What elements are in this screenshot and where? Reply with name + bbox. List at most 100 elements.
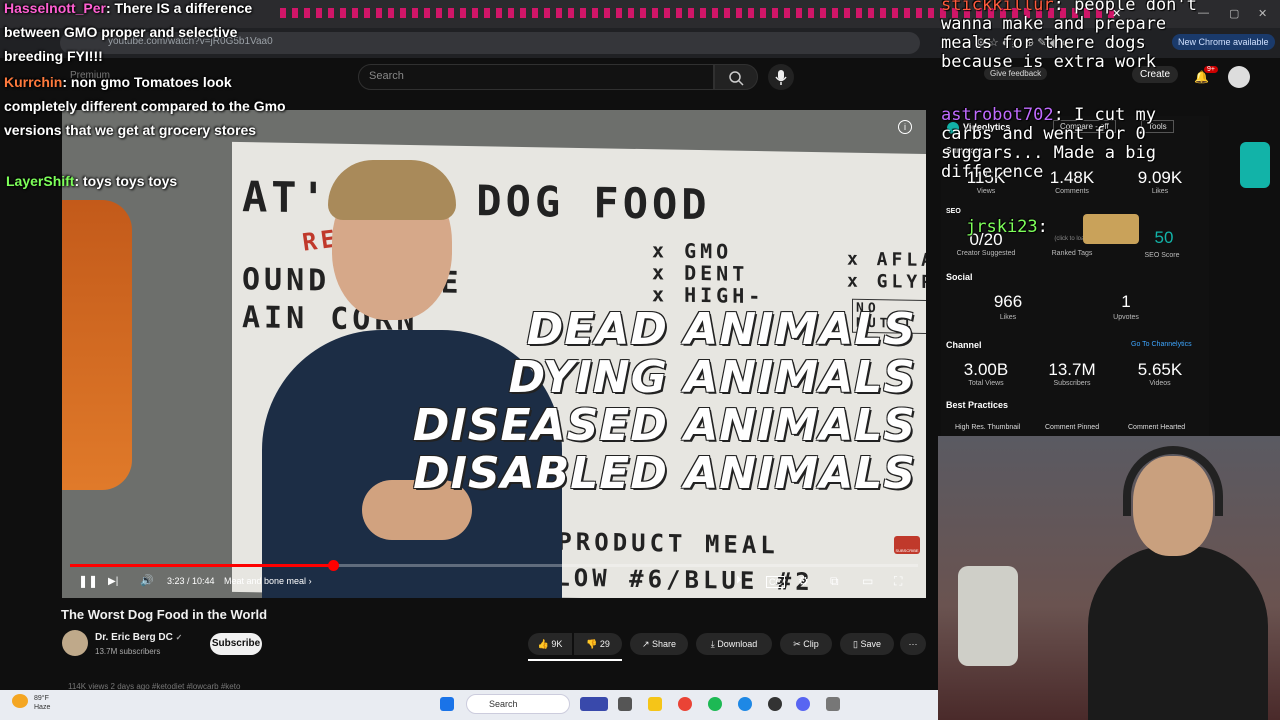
channel-subs-value: 13.7M <box>1048 360 1096 379</box>
comments-label: Comments <box>1055 188 1089 195</box>
videolytics-side-button[interactable] <box>1240 142 1270 188</box>
like-button[interactable]: 👍 9K <box>528 633 572 655</box>
download-label: Download <box>717 639 758 649</box>
channel-name-text: Dr. Eric Berg DC <box>95 632 173 643</box>
clip-button[interactable]: ✂ Clip <box>780 633 832 655</box>
channel-videos-label: Videos <box>1149 380 1171 387</box>
download-button[interactable]: ⤓ Download <box>696 633 772 655</box>
channel-avatar[interactable] <box>62 630 88 656</box>
chat-username-2: Kurrchin <box>4 74 63 90</box>
clip-label: Clip <box>803 639 819 649</box>
subscriber-count: 13.7M subscribers <box>95 647 161 656</box>
right-chat-message-3: jrski23: <box>966 218 1086 237</box>
thumbs-up-icon: 👍 <box>537 639 552 649</box>
share-button[interactable]: ↗ Share <box>630 633 688 655</box>
seo-score-value: 50 <box>1154 228 1174 247</box>
spotify-icon[interactable] <box>708 697 722 711</box>
save-button[interactable]: ▯ Save <box>840 633 894 655</box>
thumbs-down-icon: 👎 <box>586 639 600 649</box>
volume-icon[interactable]: 🔊 <box>140 574 154 587</box>
channel-videos-value: 5.65K <box>1137 360 1183 379</box>
overlay-line-3: DISEASED ANIMALS <box>412 400 916 451</box>
save-label: Save <box>860 639 881 649</box>
tags-label: Creator Suggested <box>956 250 1016 257</box>
social-likes-value: 966 <box>993 292 1023 311</box>
weather-temp: 89°F <box>34 695 49 702</box>
task-view-icon[interactable] <box>618 697 632 711</box>
scrubber-handle[interactable] <box>327 560 339 571</box>
like-count: 9K <box>551 639 563 649</box>
total-views-label: Total Views <box>968 380 1004 387</box>
go-to-channelytics-link[interactable]: Go To Channelytics <box>1131 341 1192 348</box>
presenter-hair <box>328 160 456 220</box>
chat-username-3: LayerShift <box>6 173 75 189</box>
chat-message-3: LayerShift: toys toys toys <box>6 169 296 193</box>
account-avatar[interactable] <box>1228 66 1250 88</box>
next-icon[interactable]: ▶| <box>108 576 118 587</box>
voice-search-button[interactable] <box>768 64 794 90</box>
chrome-icon[interactable] <box>678 697 692 711</box>
settings-icon[interactable]: ⚙ <box>798 574 809 588</box>
discord-icon[interactable] <box>796 697 810 711</box>
share-icon: ↗ <box>641 639 652 649</box>
progress-bar[interactable] <box>70 560 918 571</box>
right-chat-message-1: stickkillur: people don't wanna make and… <box>941 0 1201 72</box>
chevron-right-icon: › <box>308 576 312 586</box>
close-window-icon[interactable]: ✕ <box>1258 7 1267 20</box>
search-input[interactable]: Search <box>358 64 714 90</box>
seo-label: SEO <box>946 208 961 215</box>
autoplay-icon[interactable]: ⏵ <box>736 574 742 587</box>
cc-icon[interactable]: CC <box>766 576 785 588</box>
pause-icon[interactable]: ❚❚ <box>78 574 98 588</box>
chapter-label: Meat and bone meal <box>224 576 307 586</box>
weather-widget[interactable]: 89°F Haze <box>34 694 50 712</box>
search-icon <box>729 71 744 86</box>
right-chat-username-2: astrobot702 <box>941 105 1054 125</box>
notification-badge: 9+ <box>1204 66 1218 73</box>
dislike-button[interactable]: 👎 29 <box>574 633 622 655</box>
theater-icon[interactable]: ▭ <box>862 574 873 588</box>
streamer-body <box>1088 546 1268 720</box>
taskbar-search[interactable]: Search <box>466 694 570 714</box>
search-button[interactable] <box>714 64 758 90</box>
calculator-icon[interactable] <box>826 697 840 711</box>
bp-comment-hearted: Comment Hearted <box>1128 424 1186 431</box>
miniplayer-icon[interactable]: ⧉ <box>830 574 839 589</box>
social-label: Social <box>946 272 973 282</box>
right-chat-username-3: jrski23 <box>966 217 1038 237</box>
subscribe-button[interactable]: Subscribe <box>210 633 262 655</box>
webcam-microphone <box>958 566 1018 666</box>
mic-icon <box>775 70 787 85</box>
webcam-feed <box>938 436 1280 720</box>
video-title: The Worst Dog Food in the World <box>61 607 268 622</box>
more-actions-button[interactable]: ··· <box>900 633 926 655</box>
scissors-icon: ✂ <box>793 639 804 649</box>
chat-message-1: Hasselnott_Per: There IS a difference be… <box>4 0 294 68</box>
like-ratio-bar <box>528 659 622 661</box>
info-icon[interactable]: i <box>898 120 912 134</box>
subscribe-watermark[interactable]: SUBSCRIBE <box>894 536 920 554</box>
obs-icon[interactable] <box>768 697 782 711</box>
fullscreen-icon[interactable]: ⛶ <box>894 574 902 589</box>
overlay-line-4: DISABLED ANIMALS <box>413 448 916 499</box>
start-icon[interactable] <box>440 697 454 711</box>
right-chat-message-2: astrobot702: I cut my carbs and went for… <box>941 106 1203 182</box>
chat-username-1: Hasselnott_Per <box>4 0 106 16</box>
best-practices-label: Best Practices <box>946 400 1009 410</box>
chapter-button[interactable]: Meat and bone meal › <box>224 576 312 586</box>
right-chat-username-1: stickkillur <box>941 0 1054 15</box>
upvotes-label: Upvotes <box>1113 314 1139 321</box>
channel-name[interactable]: Dr. Eric Berg DC ✓ <box>95 632 182 643</box>
chat-text-3: : toys toys toys <box>74 173 178 189</box>
carrot-prop <box>62 200 132 490</box>
weather-icon[interactable] <box>12 694 28 708</box>
social-likes-label: Likes <box>999 314 1017 321</box>
total-views-value: 3.00B <box>963 360 1009 379</box>
edge-icon[interactable] <box>738 697 752 711</box>
widgets-icon[interactable] <box>580 697 608 711</box>
verified-icon: ✓ <box>175 633 183 642</box>
file-explorer-icon[interactable] <box>648 697 662 711</box>
maximize-icon[interactable]: ▢ <box>1229 7 1239 20</box>
seo-score-label: SEO Score <box>1144 252 1180 259</box>
progress-fill <box>70 564 333 567</box>
